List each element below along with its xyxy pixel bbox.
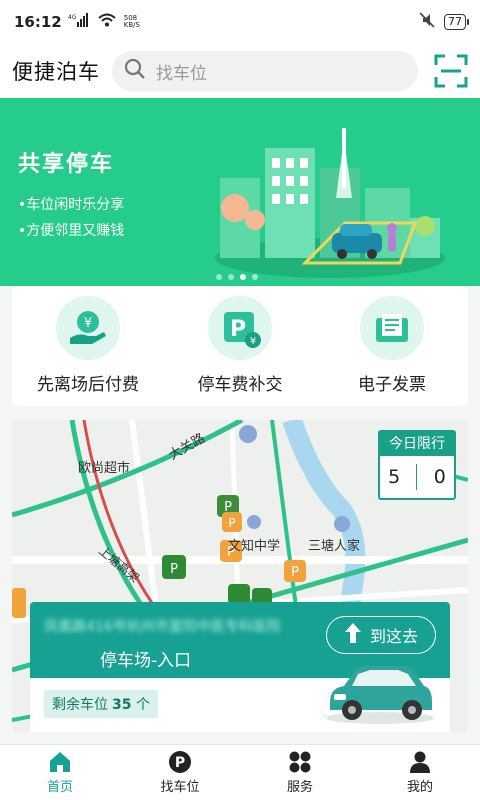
scan-icon[interactable] — [434, 54, 468, 88]
battery-indicator: 77 — [444, 14, 469, 30]
traffic-limit-badge[interactable]: 今日限行 5 0 — [378, 430, 456, 500]
svg-text:P: P — [228, 516, 235, 530]
parking-address: 凤凰路416号杭州市富阳中医专科医院 — [44, 619, 281, 635]
service-label: 电子发票 — [358, 375, 426, 395]
tab-label: 服务 — [286, 780, 313, 795]
banner-dot[interactable] — [252, 274, 258, 280]
limit-divider — [416, 464, 418, 490]
tab-home[interactable]: 首页 — [0, 745, 120, 800]
parking-yen-icon: P ¥ — [208, 296, 272, 360]
top-header: 便捷泊车 找车位 — [0, 44, 480, 98]
wifi-icon — [98, 13, 116, 31]
svg-text:P: P — [170, 562, 178, 577]
navigate-arrow-icon — [344, 622, 362, 648]
limit-number: 5 — [388, 466, 401, 488]
status-bar: 16:12 4G 508 KB/S 77 — [0, 0, 480, 44]
map-label-school: 文知中学 — [228, 538, 280, 554]
app-title: 便捷泊车 — [12, 60, 100, 84]
remaining-spaces: 剩余车位 35 个 — [44, 690, 158, 718]
search-placeholder: 找车位 — [156, 63, 207, 84]
tab-profile[interactable]: 我的 — [360, 745, 480, 800]
banner-pagination — [216, 274, 258, 280]
grid-icon — [288, 750, 312, 774]
banner-dot-active[interactable] — [240, 274, 246, 280]
service-pay-later[interactable]: ¥ 先离场后付费 — [18, 296, 158, 395]
map-label-auchan: 欧尚超市 — [78, 460, 130, 476]
receipt-icon — [360, 296, 424, 360]
service-label: 停车费补交 — [197, 375, 283, 395]
limit-number: 0 — [433, 466, 446, 488]
banner-title: 共享停车 — [18, 152, 115, 177]
banner-line-1: •车位闲时乐分享 — [18, 197, 125, 213]
traffic-limit-title: 今日限行 — [380, 432, 454, 456]
user-icon — [408, 750, 432, 774]
banner-dot[interactable] — [228, 274, 234, 280]
svg-text:¥: ¥ — [250, 336, 256, 347]
car-illustration — [326, 666, 434, 724]
yen-hand-icon: ¥ — [56, 296, 120, 360]
status-time: 16:12 — [14, 13, 62, 31]
svg-text:P: P — [291, 565, 299, 580]
tab-label: 找车位 — [160, 780, 200, 795]
parking-icon: P — [168, 750, 192, 774]
service-label: 先离场后付费 — [37, 375, 139, 395]
search-icon — [124, 58, 146, 85]
navigate-label: 到这去 — [369, 627, 418, 646]
map-label-santang: 三塘人家 — [308, 538, 360, 554]
service-e-invoice[interactable]: 电子发票 — [322, 296, 462, 395]
home-icon — [48, 750, 72, 774]
bottom-tab-bar: 首页 P 找车位 服务 我的 — [0, 744, 480, 800]
city-parking-illustration — [215, 128, 445, 278]
svg-text:P: P — [230, 317, 246, 342]
network-type: 4G — [68, 14, 77, 21]
svg-text:P: P — [175, 755, 185, 771]
mute-icon — [418, 11, 436, 33]
tab-label: 我的 — [406, 780, 433, 795]
tab-find-parking[interactable]: P 找车位 — [120, 745, 240, 800]
search-bar[interactable]: 找车位 — [112, 51, 418, 91]
signal-icon: 4G — [68, 13, 92, 31]
banner-line-2: •方便邻里又赚钱 — [18, 223, 125, 239]
promo-banner[interactable]: 共享停车 •车位闲时乐分享 •方便邻里又赚钱 — [0, 98, 480, 286]
svg-text:¥: ¥ — [84, 316, 92, 331]
parking-lot-name: 停车场-入口 — [100, 651, 192, 671]
tab-services[interactable]: 服务 — [240, 745, 360, 800]
service-fee-supplement[interactable]: P ¥ 停车费补交 — [170, 296, 310, 395]
navigate-button[interactable]: 到这去 — [326, 616, 436, 654]
tab-label: 首页 — [46, 780, 73, 795]
net-speed: 508 KB/S — [123, 14, 140, 29]
banner-dot[interactable] — [216, 274, 222, 280]
parking-info-card-bottom: 剩余车位 35 个 — [30, 666, 450, 732]
service-shortcuts: ¥ 先离场后付费 P ¥ 停车费补交 电子发票 — [12, 286, 468, 406]
